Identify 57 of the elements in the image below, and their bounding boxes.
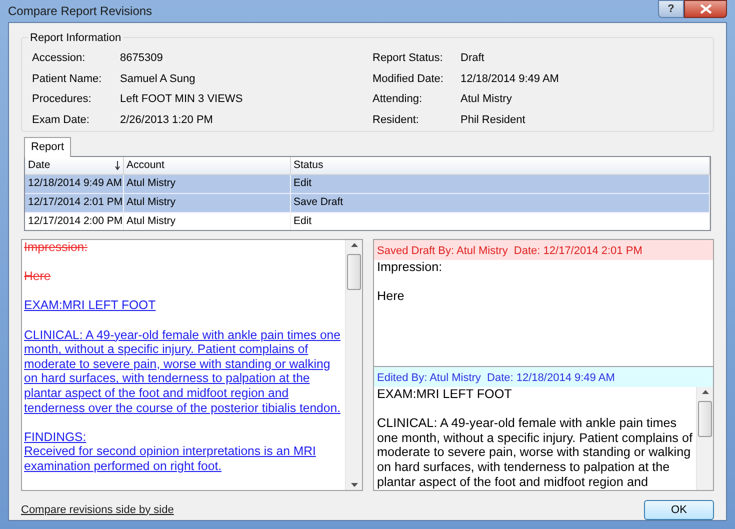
table-cell: Edit xyxy=(290,174,710,194)
scroll-down-icon[interactable] xyxy=(350,483,358,487)
table-cell: Atul Mistry xyxy=(123,174,290,194)
table-cell: Edit xyxy=(290,212,710,230)
field-label: Report Status: xyxy=(372,51,444,66)
field-value: Draft xyxy=(460,51,486,66)
inserted-text: EXAM:MRI LEFT FOOT xyxy=(24,298,157,313)
column-header-label: Account xyxy=(126,158,164,170)
revision-text: Here xyxy=(377,289,406,304)
field-label: Procedures: xyxy=(32,92,92,107)
column-header[interactable]: Account xyxy=(123,156,290,175)
group-title: Report Information xyxy=(28,30,124,46)
revision-header: Edited By: Atul Mistry Date: 12/18/2014 9:49 AM xyxy=(374,367,713,387)
field-value: Atul Mistry xyxy=(460,92,513,107)
field-label: Patient Name: xyxy=(32,72,103,86)
field-value: Phil Resident xyxy=(460,112,526,128)
scrollbar[interactable] xyxy=(696,387,713,490)
revision-header: Saved Draft By: Atul Mistry Date: 12/17/2014 2:01 PM xyxy=(374,240,713,260)
field-label: Exam Date: xyxy=(32,112,90,128)
field-value: 12/18/2014 9:49 AM xyxy=(460,72,560,86)
window-title: Compare Report Revisions xyxy=(8,3,152,20)
table-cell: 12/18/2014 9:49 AM xyxy=(25,174,123,194)
close-icon xyxy=(700,4,712,14)
compare-link[interactable]: Compare revisions side by side xyxy=(21,502,174,518)
table-cell: 12/17/2014 2:01 PM xyxy=(25,194,123,212)
field-value: 8675309 xyxy=(120,51,164,66)
deleted-text: Impression: xyxy=(24,240,89,255)
column-header[interactable]: Status xyxy=(290,156,710,175)
field-label: Attending: xyxy=(372,92,424,107)
table-cell: Atul Mistry xyxy=(123,194,290,212)
field-label: Accession: xyxy=(32,51,86,66)
help-button[interactable]: ? xyxy=(658,0,684,18)
deleted-text: Here xyxy=(24,269,52,284)
table-cell: Save Draft xyxy=(290,194,710,212)
scroll-thumb[interactable] xyxy=(347,254,361,290)
revision-text: CLINICAL: A 49-year-old female with ankle pain times one month, without a specific injury. Patient complains of moderate to severe pain, worse with standing or walking on hard surfaces, with tenderness to palpation at the plantar aspect of the foot and midfoot region and xyxy=(377,416,693,490)
scroll-thumb[interactable] xyxy=(698,401,712,437)
field-value: 2/26/2013 1:20 PM xyxy=(120,112,214,128)
table-cell: Atul Mistry xyxy=(123,212,290,230)
inserted-text: CLINICAL: A 49-year-old female with ankle pain times one month, without a specific injury. Patient complains of moderate to severe pain, worse with standing or walking on hard surfaces, with tenderness to palpation at the plantar aspect of the foot and midfoot region and tenderness over the course of the posterior tibialis tendon. xyxy=(24,328,342,416)
tab[interactable]: Report xyxy=(24,137,72,156)
field-label: Resident: xyxy=(372,112,420,128)
scrollbar[interactable] xyxy=(345,240,362,490)
close-button[interactable] xyxy=(684,0,727,18)
column-header[interactable]: Date xyxy=(25,156,123,175)
revision-text: EXAM:MRI LEFT FOOT xyxy=(377,387,513,402)
field-value: Samuel A Sung xyxy=(120,72,196,86)
scroll-up-icon[interactable] xyxy=(702,390,708,394)
column-header-label: Status xyxy=(294,158,324,170)
ok-button[interactable]: OK xyxy=(644,500,714,520)
table-cell: 12/17/2014 2:00 PM xyxy=(25,212,123,230)
column-header-label: Date xyxy=(28,158,50,170)
inserted-text: FINDINGS: Received for second opinion interpretations is an MRI examination performed on right foot. xyxy=(24,430,317,474)
field-label: Modified Date: xyxy=(372,72,444,86)
revision-text: Impression: xyxy=(377,260,444,275)
scroll-up-icon[interactable] xyxy=(350,243,358,247)
field-value: Left FOOT MIN 3 VIEWS xyxy=(120,92,244,107)
